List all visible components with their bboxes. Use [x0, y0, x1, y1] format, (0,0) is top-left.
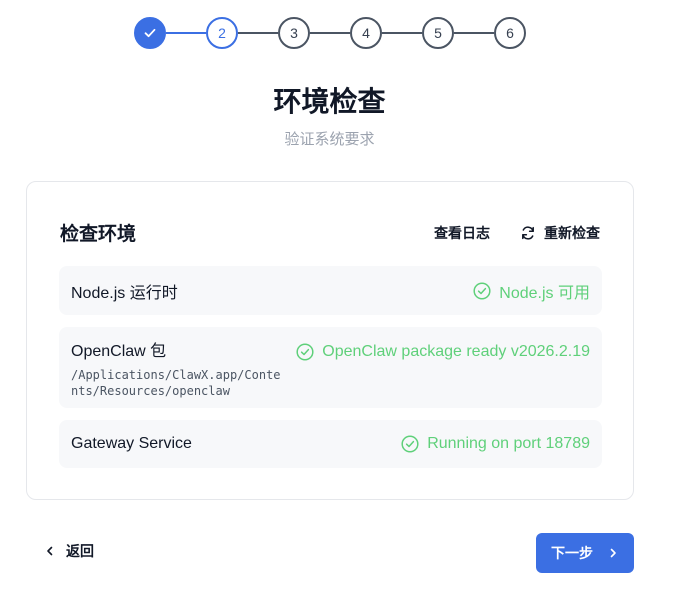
- step-connector: [166, 32, 206, 34]
- step-6: 6: [494, 17, 526, 49]
- check-status-text: Running on port 18789: [427, 435, 590, 452]
- back-label: 返回: [66, 544, 94, 560]
- step-connector: [310, 32, 350, 34]
- view-logs-label: 查看日志: [434, 225, 490, 242]
- step-2-current: 2: [206, 17, 238, 49]
- refresh-icon: [522, 225, 534, 240]
- check-row-nodejs: Node.js 运行时 Node.js 可用: [59, 266, 602, 315]
- check-label: Node.js 运行时: [71, 284, 178, 302]
- step-4: 4: [350, 17, 382, 49]
- check-label: Gateway Service: [71, 435, 192, 452]
- step-connector: [238, 32, 278, 34]
- back-button[interactable]: 返回: [44, 541, 94, 561]
- chevron-right-icon: [610, 548, 616, 558]
- card-actions: 查看日志 重新检查: [434, 223, 600, 243]
- setup-stepper: 2 3 4 5 6: [134, 17, 526, 49]
- step-1-completed: [134, 17, 166, 49]
- check-icon: [144, 28, 156, 38]
- next-label: 下一步: [551, 546, 593, 562]
- page-title: 环境检查: [273, 85, 386, 118]
- card-title: 检查环境: [60, 223, 137, 245]
- check-label: OpenClaw 包: [71, 342, 167, 360]
- card-header: 检查环境 查看日志 重新检查: [60, 219, 600, 246]
- check-status: Running on port 18789: [401, 435, 590, 453]
- step-3: 3: [278, 17, 310, 49]
- check-status-text: Node.js 可用: [499, 284, 590, 302]
- page-subtitle: 验证系统要求: [284, 130, 375, 148]
- chevron-left-icon: [47, 546, 53, 556]
- environment-check-card: 检查环境 查看日志 重新检查 Node.js 运行时 Node.js 可用 Op…: [26, 181, 634, 500]
- step-connector: [454, 32, 494, 34]
- check-circle-icon: [401, 435, 419, 453]
- check-status: Node.js 可用: [473, 279, 590, 303]
- step-connector: [382, 32, 422, 34]
- check-row-gateway: Gateway Service Running on port 18789: [59, 420, 602, 468]
- package-path: /Applications/ClawX.app/Contents/Resourc…: [71, 367, 281, 398]
- check-circle-icon: [473, 281, 491, 300]
- check-circle-icon: [296, 343, 314, 361]
- view-logs-button[interactable]: 查看日志: [434, 223, 490, 243]
- recheck-button[interactable]: 重新检查: [520, 223, 600, 243]
- check-row-openclaw: OpenClaw 包 /Applications/ClawX.app/Conte…: [59, 327, 602, 408]
- next-button[interactable]: 下一步: [536, 533, 634, 573]
- step-5: 5: [422, 17, 454, 49]
- check-status: OpenClaw package ready v2026.2.19: [296, 343, 590, 361]
- check-status-text: OpenClaw package ready v2026.2.19: [322, 343, 590, 360]
- recheck-label: 重新检查: [544, 225, 600, 242]
